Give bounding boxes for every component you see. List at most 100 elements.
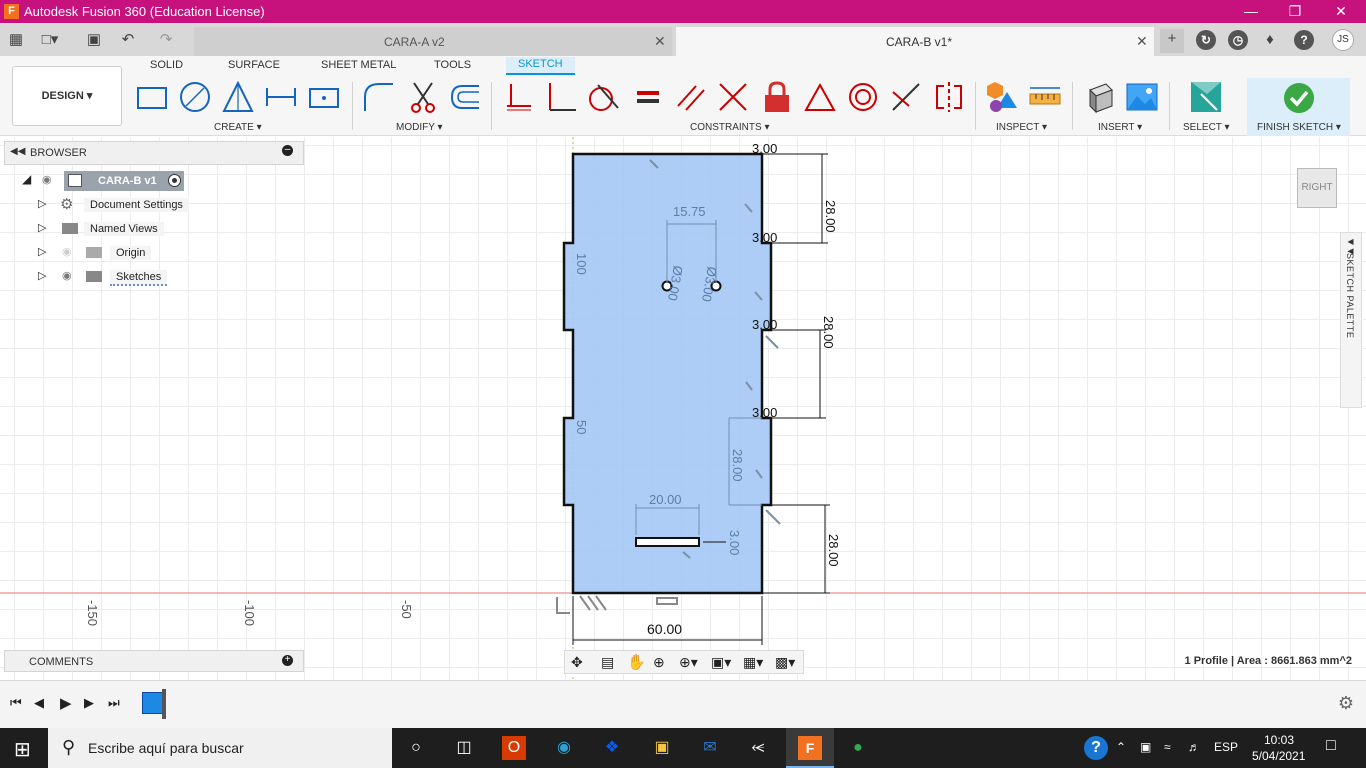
edge-browser-icon[interactable]: ◉ [552, 736, 576, 760]
curvature-constraint-icon[interactable] [889, 80, 923, 114]
taskbar-search[interactable]: ⚲ Escribe aquí para buscar [48, 728, 392, 768]
dim-notch-3[interactable]: 3.00 [752, 405, 777, 420]
tab-sheet-metal[interactable]: SHEET METAL [321, 59, 396, 71]
dim-tab-gap-2[interactable]: 28.00 [821, 316, 836, 349]
hidden-eye-icon[interactable]: ◉ [62, 245, 72, 258]
tab-sketch[interactable]: SKETCH [506, 57, 575, 75]
finish-sketch-button[interactable]: FINISH SKETCH ▾ [1247, 78, 1350, 136]
apps-grid-icon[interactable]: ▦ [6, 30, 26, 50]
dim-side-100[interactable]: 100 [574, 253, 589, 275]
dim-notch-1[interactable]: 3.00 [752, 230, 777, 245]
insert-group-label[interactable]: INSERT ▾ [1098, 122, 1142, 133]
show-hidden-icons[interactable]: ⌃ [1116, 740, 1126, 754]
tab-solid[interactable]: SOLID [150, 59, 183, 71]
dim-top-width[interactable]: 3.00 [752, 141, 777, 156]
create-group-label[interactable]: CREATE ▾ [214, 122, 262, 133]
save-icon[interactable]: ▣ [84, 30, 104, 50]
insert-derive-icon[interactable] [1082, 80, 1116, 114]
insert-image-icon[interactable] [1125, 80, 1159, 114]
triangle-tool-icon[interactable] [221, 80, 255, 114]
sketch-timeline-feature[interactable] [142, 692, 164, 714]
sketch-palette-tab[interactable]: ◀◀ SKETCH PALETTE [1340, 232, 1362, 408]
timeline-marker[interactable] [162, 689, 166, 719]
fillet-tool-icon[interactable] [362, 80, 396, 114]
dim-slot-height[interactable]: 3.00 [727, 530, 742, 555]
new-tab-icon[interactable]: + [1160, 29, 1184, 53]
fit-zoom-icon[interactable]: ⊕▾ [679, 654, 698, 671]
dim-slot-width[interactable]: 20.00 [649, 492, 682, 507]
select-cube-icon[interactable] [1189, 80, 1223, 114]
midpoint-constraint-icon[interactable] [803, 80, 837, 114]
tab-tools[interactable]: TOOLS [434, 59, 471, 71]
tab-cara-a[interactable]: CARA-A v2 ✕ [194, 27, 672, 56]
offset-tool-icon[interactable] [448, 80, 482, 114]
point-tool-icon[interactable] [307, 80, 341, 114]
zoom-icon[interactable]: ⊕ [653, 654, 665, 671]
clock-time[interactable]: 10:03 [1264, 733, 1294, 747]
dim-tab-gap-4[interactable]: 28.00 [826, 534, 841, 567]
timeline-settings-gear-icon[interactable]: ⚙ [1338, 693, 1354, 714]
dim-overall-width[interactable]: 60.00 [647, 621, 682, 637]
volume-icon[interactable]: ♬ [1188, 740, 1200, 754]
dim-notch-2[interactable]: 3.00 [752, 317, 777, 332]
go-to-end-icon[interactable]: ⏭ [108, 695, 120, 711]
viewports-icon[interactable]: ▩▾ [775, 654, 795, 671]
activate-radio-icon[interactable] [168, 174, 181, 187]
help-icon[interactable]: ? [1294, 30, 1314, 50]
sketch-slot[interactable] [635, 537, 700, 547]
close-tab-icon[interactable]: ✕ [1136, 33, 1148, 50]
constraints-group-label[interactable]: CONSTRAINTS ▾ [690, 122, 769, 133]
task-view-icon[interactable]: ◫ [452, 736, 476, 760]
tab-surface[interactable]: SURFACE [228, 59, 280, 71]
expand-triangle-icon[interactable]: ▷ [38, 269, 46, 282]
collinear-constraint-icon[interactable] [716, 80, 750, 114]
dropbox-icon[interactable]: ❖ [600, 736, 624, 760]
look-at-icon[interactable]: ▤ [601, 654, 614, 671]
measure-ruler-icon[interactable] [1028, 80, 1062, 114]
mail-icon[interactable]: ✉ [698, 736, 722, 760]
go-to-start-icon[interactable]: ⏮ [10, 695, 22, 711]
windows-start-icon[interactable]: ⊞ [14, 737, 31, 762]
parallel-constraint-icon[interactable] [674, 80, 708, 114]
browser-minimize-icon[interactable]: – [282, 145, 293, 156]
inspect-group-label[interactable]: INSPECT ▾ [996, 122, 1047, 133]
undo-icon[interactable]: ↶ [118, 30, 138, 50]
workspace-switcher[interactable]: DESIGN ▾ [12, 66, 122, 126]
dim-hole-spacing[interactable]: 15.75 [673, 204, 706, 219]
grid-settings-icon[interactable]: ▦▾ [743, 654, 763, 671]
add-comment-icon[interactable]: + [282, 655, 293, 666]
network-icon[interactable]: ▣ [1140, 740, 1151, 754]
play-icon[interactable]: ▶ [60, 694, 72, 712]
notifications-bell-icon[interactable]: ♦ [1260, 30, 1280, 50]
perpendicular-constraint-icon[interactable] [544, 80, 578, 114]
browser-item-named-views[interactable]: ▷ Named Views [38, 219, 198, 239]
sketch-profile[interactable] [562, 152, 773, 595]
dim-tab-gap-3[interactable]: 28.00 [730, 449, 745, 482]
job-status-icon[interactable]: ◷ [1228, 30, 1248, 50]
close-window-button[interactable]: ✕ [1318, 0, 1364, 23]
file-explorer-icon[interactable]: ▣ [650, 736, 674, 760]
browser-item-origin[interactable]: ▷ ◉ Origin [38, 243, 198, 263]
notification-center-icon[interactable]: □ [1326, 737, 1336, 755]
clock-date[interactable]: 5/04/2021 [1252, 749, 1305, 763]
office-icon[interactable]: O [502, 736, 526, 760]
language-indicator[interactable]: ESP [1214, 740, 1238, 754]
symmetry-constraint-icon[interactable] [932, 80, 966, 114]
display-settings-icon[interactable]: ▣▾ [711, 654, 731, 671]
restore-button[interactable]: ❐ [1272, 0, 1318, 23]
concentric-constraint-icon[interactable] [846, 80, 880, 114]
sketch-drawing[interactable]: 3.00 3.00 3.00 3.00 60.00 28.00 28.00 28… [0, 137, 1366, 680]
tab-cara-b[interactable]: CARA-B v1* ✕ [676, 27, 1154, 56]
expand-triangle-icon[interactable]: ▷ [38, 245, 46, 258]
extensions-icon[interactable]: ↻ [1196, 30, 1216, 50]
dim-side-50[interactable]: 50 [574, 420, 589, 434]
browser-item-document-settings[interactable]: ▷ ⚙ Document Settings [38, 195, 198, 215]
collapse-triangle-icon[interactable]: ◢ [22, 172, 31, 186]
browser-item-sketches[interactable]: ▷ ◉ Sketches [38, 267, 198, 287]
viewcube[interactable]: RIGHT [1297, 168, 1337, 208]
step-back-icon[interactable]: ◀ [34, 695, 44, 711]
circle-tool-icon[interactable] [178, 80, 212, 114]
user-avatar[interactable]: JS [1332, 29, 1354, 51]
browser-root-row[interactable]: ◢ ◉ CARA-B v1 [20, 171, 190, 191]
dimension-tool-icon[interactable] [264, 80, 298, 114]
